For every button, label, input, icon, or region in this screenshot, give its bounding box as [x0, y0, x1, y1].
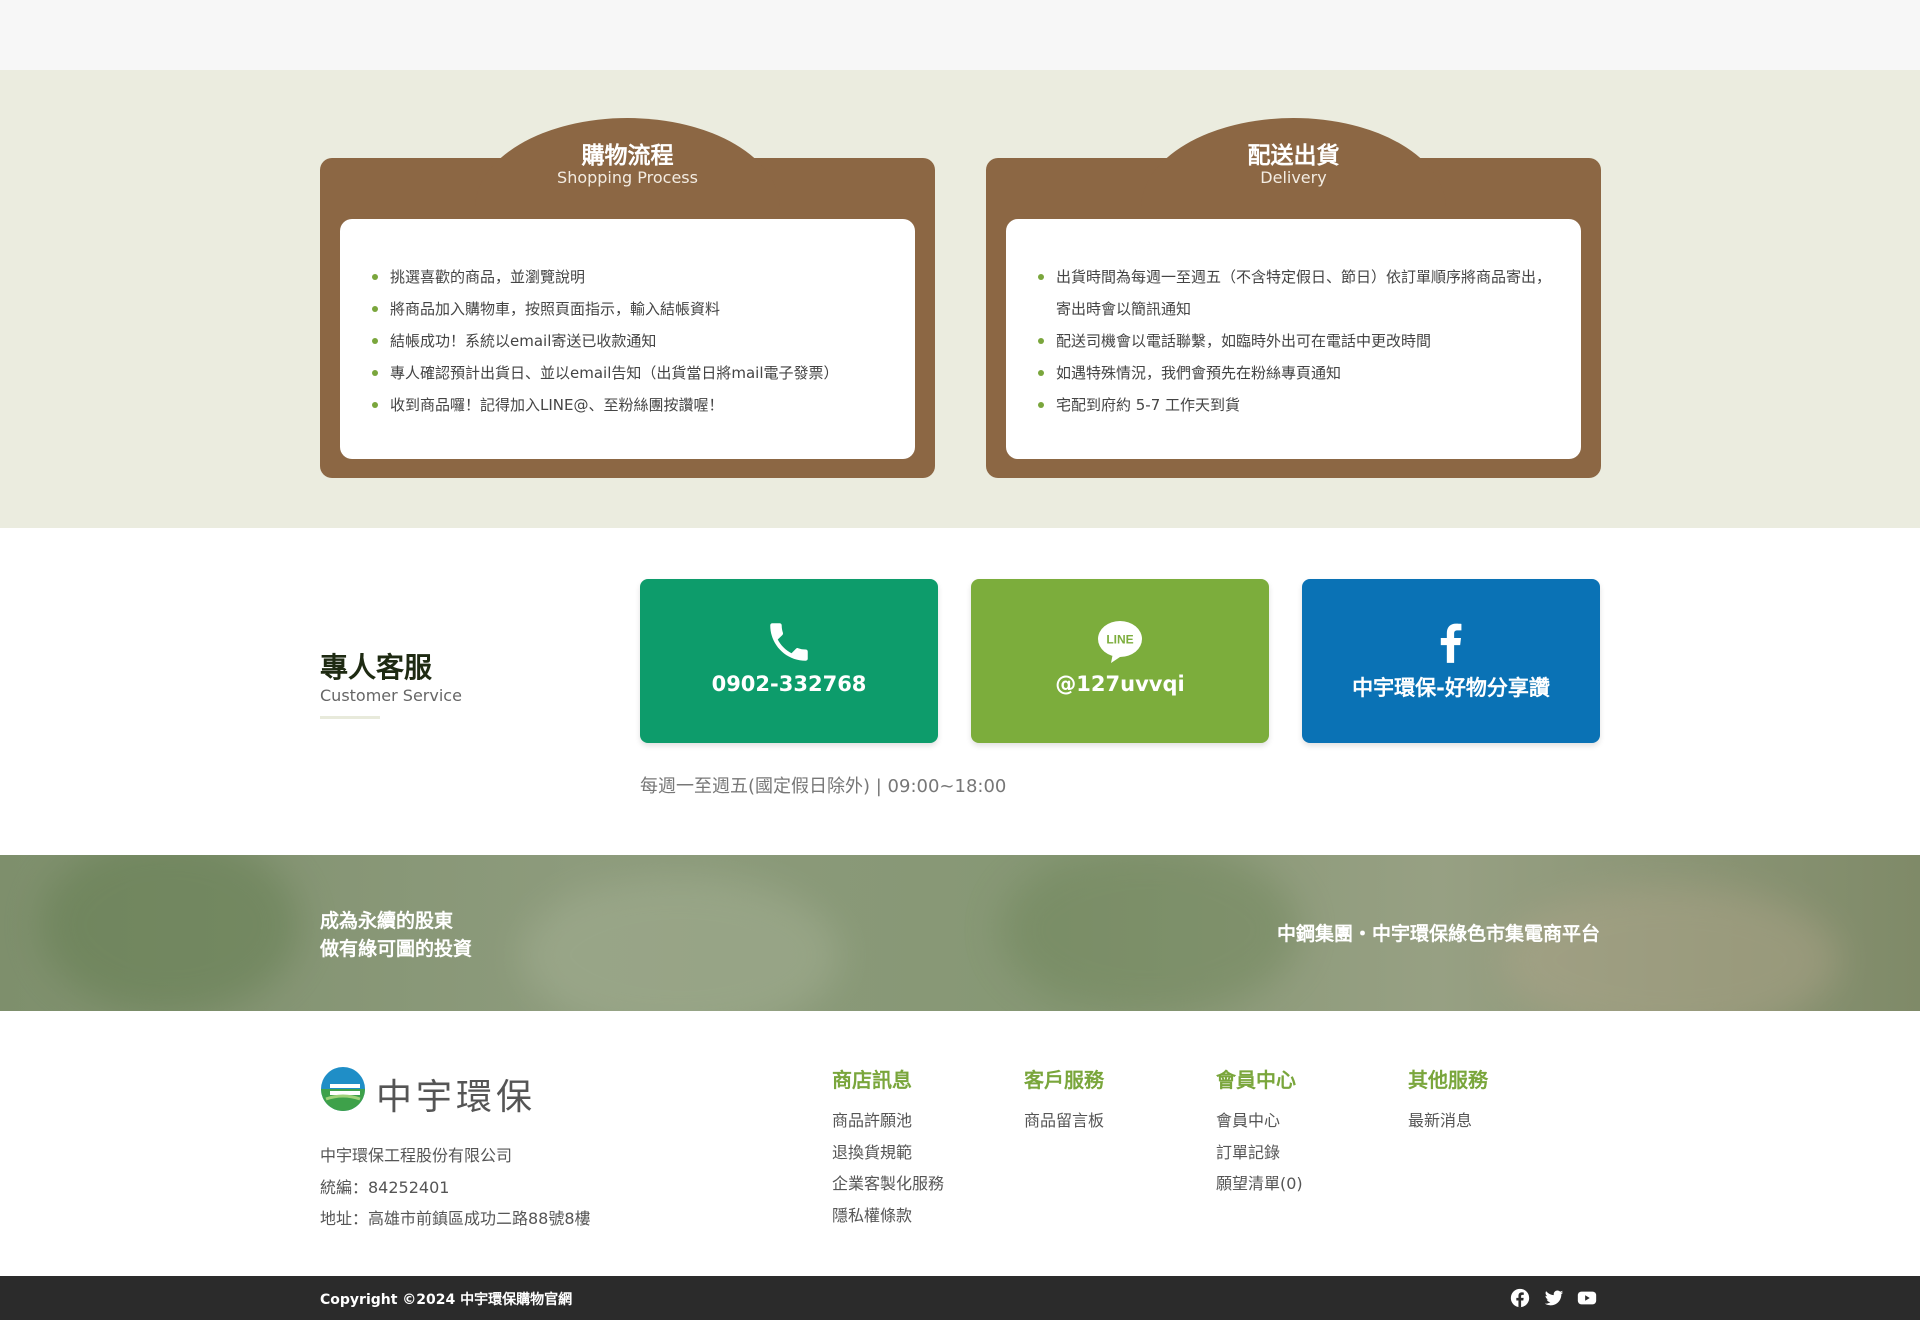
shopping-process-list: 挑選喜歡的商品，並瀏覽說明 將商品加入購物車，按照頁面指示，輸入結帳資料 結帳成… [370, 261, 895, 421]
site-logo[interactable]: 中宇環保 [320, 1064, 560, 1118]
line-contact-button[interactable]: LINE @127uvvqi [971, 579, 1269, 743]
shopping-process-content: 挑選喜歡的商品，並瀏覽說明 將商品加入購物車，按照頁面指示，輸入結帳資料 結帳成… [340, 219, 915, 459]
footer-column-title: 客戶服務 [1024, 1068, 1104, 1092]
company-address: 地址：高雄市前鎮區成功二路88號8樓 [320, 1209, 591, 1228]
banner-tagline: 中鋼集團・中宇環保綠色市集電商平台 [1276, 923, 1600, 945]
customer-service-subtitle: Customer Service [320, 686, 462, 705]
banner-blur [1000, 855, 1300, 1011]
banner-slogan: 成為永續的股東 做有綠可圖的投資 [320, 907, 472, 963]
customer-service-title: 專人客服 [320, 651, 433, 684]
delivery-title: 配送出貨 [1247, 143, 1340, 169]
footer-link[interactable]: 企業客製化服務 [832, 1168, 982, 1200]
service-hours: 每週一至週五(國定假日除外) | 09:00~18:00 [640, 776, 1007, 797]
line-icon: LINE [1098, 621, 1142, 663]
footer-column-title: 其他服務 [1408, 1068, 1488, 1092]
youtube-icon[interactable] [1576, 1287, 1598, 1309]
phone-number: 0902-332768 [711, 672, 867, 696]
footer-link[interactable]: 會員中心 [1216, 1105, 1366, 1137]
footer-link[interactable]: 最新消息 [1408, 1105, 1558, 1137]
logo-text: 中宇環保 [376, 1077, 537, 1118]
svg-text:LINE: LINE [1106, 633, 1133, 647]
footer-column-other-services: 其他服務 最新消息 [1408, 1064, 1558, 1137]
banner-blur [1500, 885, 1840, 1011]
slogan-banner: 成為永續的股東 做有綠可圖的投資 中鋼集團・中宇環保綠色市集電商平台 [0, 855, 1920, 1011]
footer-column-customer-service: 客戶服務 商品留言板 [1024, 1064, 1174, 1137]
tax-id: 統編：84252401 [320, 1177, 450, 1197]
delivery-content: 出貨時間為每週一至週五（不含特定假日、節日）依訂單順序將商品寄出，寄出時會以簡訊… [1006, 219, 1581, 459]
shopping-process-card: 購物流程 Shopping Process 挑選喜歡的商品，並瀏覽說明 將商品加… [320, 118, 935, 478]
company-info: 中宇環保工程股份有限公司 統編：84252401 地址：高雄市前鎮區成功二路88… [320, 1140, 591, 1235]
list-item: 專人確認預計出貨日、並以email告知（出貨當日將mail電子發票） [370, 357, 895, 389]
footer-column-store-info: 商店訊息 商品許願池 退換貨規範 企業客製化服務 隱私權條款 [832, 1064, 982, 1231]
facebook-icon [1440, 623, 1462, 663]
list-item: 配送司機會以電話聯繫，如臨時外出可在電話中更改時間 [1036, 325, 1561, 357]
top-strip [0, 0, 1920, 70]
twitter-icon[interactable] [1543, 1287, 1565, 1309]
footer-column-title: 會員中心 [1216, 1068, 1296, 1092]
footer-link[interactable]: 退換貨規範 [832, 1137, 982, 1169]
footer-link[interactable]: 商品留言板 [1024, 1105, 1174, 1137]
footer-link[interactable]: 商品許願池 [832, 1105, 982, 1137]
banner-blur [40, 855, 300, 1011]
phone-icon [770, 623, 808, 661]
copyright-bar: Copyright ©2024 中宇環保購物官網 [0, 1276, 1920, 1320]
slogan-line: 成為永續的股東 [320, 910, 454, 932]
logo-icon [321, 1067, 365, 1111]
delivery-subtitle: Delivery [1260, 168, 1327, 187]
company-name: 中宇環保工程股份有限公司 [320, 1146, 513, 1165]
footer-column-title: 商店訊息 [832, 1068, 912, 1092]
copyright-text: Copyright ©2024 中宇環保購物官網 [320, 1292, 573, 1308]
footer-column-member-center: 會員中心 會員中心 訂單記錄 願望清單(0) [1216, 1064, 1366, 1200]
facebook-page-name: 中宇環保-好物分享讚 [1352, 676, 1550, 700]
banner-blur [520, 875, 840, 1011]
list-item: 挑選喜歡的商品，並瀏覽說明 [370, 261, 895, 293]
phone-contact-button[interactable]: 0902-332768 [640, 579, 938, 743]
footer-link[interactable]: 願望清單(0) [1216, 1168, 1366, 1200]
shopping-process-subtitle: Shopping Process [557, 168, 698, 187]
facebook-icon[interactable] [1509, 1287, 1531, 1309]
shopping-process-title: 購物流程 [581, 143, 674, 169]
slogan-line: 做有綠可圖的投資 [320, 938, 473, 960]
footer-link[interactable]: 訂單記錄 [1216, 1137, 1366, 1169]
delivery-list: 出貨時間為每週一至週五（不含特定假日、節日）依訂單順序將商品寄出，寄出時會以簡訊… [1036, 261, 1561, 421]
footer-link[interactable]: 隱私權條款 [832, 1200, 982, 1232]
list-item: 出貨時間為每週一至週五（不含特定假日、節日）依訂單順序將商品寄出，寄出時會以簡訊… [1036, 261, 1561, 325]
delivery-card: 配送出貨 Delivery 出貨時間為每週一至週五（不含特定假日、節日）依訂單順… [986, 118, 1601, 478]
divider [320, 716, 380, 719]
list-item: 將商品加入購物車，按照頁面指示，輸入結帳資料 [370, 293, 895, 325]
facebook-contact-button[interactable]: 中宇環保-好物分享讚 [1302, 579, 1600, 743]
info-section [0, 70, 1920, 528]
line-id: @127uvvqi [1055, 672, 1185, 696]
list-item: 收到商品囉！記得加入LINE@、至粉絲團按讚喔！ [370, 389, 895, 421]
list-item: 宅配到府約 5-7 工作天到貨 [1036, 389, 1561, 421]
list-item: 結帳成功！系統以email寄送已收款通知 [370, 325, 895, 357]
list-item: 如遇特殊情況，我們會預先在粉絲專頁通知 [1036, 357, 1561, 389]
